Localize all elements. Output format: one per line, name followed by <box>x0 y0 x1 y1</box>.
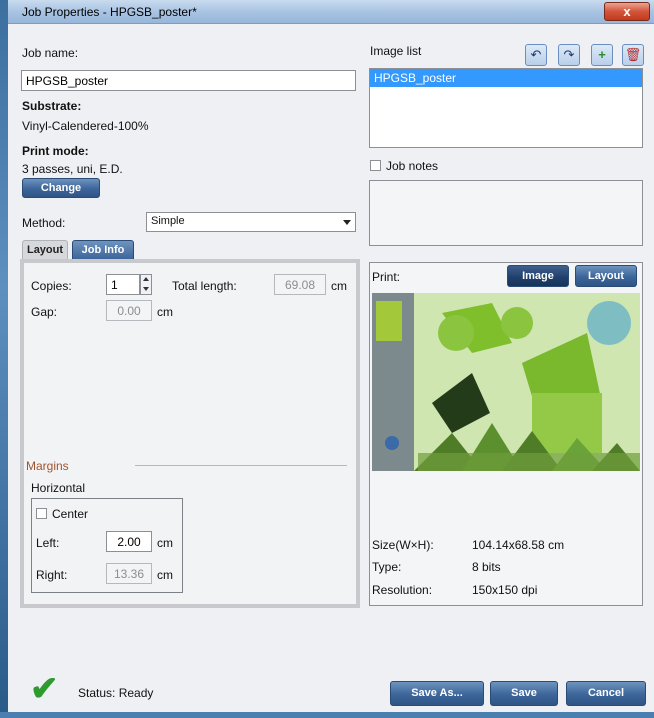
total-length-input <box>274 274 326 295</box>
add-image-icon[interactable]: + <box>591 44 613 66</box>
center-checkbox[interactable] <box>36 508 47 519</box>
gap-input <box>106 300 152 321</box>
copies-label: Copies: <box>31 279 72 293</box>
title-bar: Job Properties - HPGSB_poster* x <box>8 0 654 24</box>
margins-title: Margins <box>26 459 69 473</box>
close-button[interactable]: x <box>604 2 650 21</box>
job-name-input[interactable] <box>21 70 356 91</box>
image-list: HPGSB_poster <box>369 68 643 148</box>
right-margin-label: Right: <box>36 568 68 582</box>
tab-job-info[interactable]: Job Info <box>72 240 134 259</box>
job-name-label: Job name: <box>22 46 79 60</box>
right-margin-input <box>106 563 152 584</box>
save-as-button[interactable]: Save As... <box>390 681 484 706</box>
tab-layout[interactable]: Layout <box>22 240 68 259</box>
size-value: 104.14x68.58 cm <box>472 538 565 552</box>
gap-unit: cm <box>157 305 173 319</box>
resolution-value: 150x150 dpi <box>472 583 538 597</box>
horizontal-label: Horizontal <box>31 481 86 495</box>
change-print-mode-button[interactable]: Change <box>22 178 100 198</box>
status-text: Status: Ready <box>78 686 154 700</box>
layout-view-button[interactable]: Layout <box>575 265 637 287</box>
redo-icon[interactable]: ↷ <box>558 44 580 66</box>
total-length-label: Total length: <box>172 279 237 293</box>
undo-icon[interactable]: ↶ <box>525 44 547 66</box>
window-title: Job Properties - HPGSB_poster* <box>22 5 197 19</box>
job-notes-textarea[interactable] <box>369 180 643 246</box>
cancel-button[interactable]: Cancel <box>566 681 646 706</box>
desktop-background <box>0 0 8 718</box>
left-margin-label: Left: <box>36 536 60 550</box>
margins-divider <box>135 465 347 466</box>
copies-input[interactable] <box>106 274 140 295</box>
method-selected-value: Simple <box>151 215 185 227</box>
gap-label: Gap: <box>31 305 58 319</box>
job-notes-label: Job notes <box>386 159 439 173</box>
print-mode-label: Print mode: <box>22 144 89 158</box>
job-notes-checkbox[interactable] <box>370 160 381 171</box>
stepper-down-icon <box>143 287 149 291</box>
image-view-button[interactable]: Image <box>507 265 569 287</box>
chevron-down-icon <box>343 220 351 225</box>
checkmark-icon: ✔ <box>30 670 59 708</box>
stepper-up-icon <box>143 277 149 281</box>
type-value: 8 bits <box>472 560 501 574</box>
size-label: Size(W×H): <box>372 538 434 552</box>
delete-icon[interactable]: 🗑 <box>622 44 644 66</box>
right-margin-unit: cm <box>157 568 173 582</box>
substrate-value: Vinyl-Calendered-100% <box>22 119 149 133</box>
total-length-unit: cm <box>331 279 347 293</box>
method-select[interactable]: Simple <box>146 212 356 232</box>
print-mode-value: 3 passes, uni, E.D. <box>22 162 123 176</box>
image-list-item[interactable]: HPGSB_poster <box>370 69 642 87</box>
copies-stepper[interactable] <box>140 274 152 295</box>
image-list-label: Image list <box>370 44 422 58</box>
type-label: Type: <box>372 560 402 574</box>
substrate-label: Substrate: <box>22 99 82 113</box>
print-label: Print: <box>372 270 401 284</box>
center-label: Center <box>52 507 89 521</box>
left-margin-unit: cm <box>157 536 173 550</box>
desktop-taskbar-edge <box>0 712 654 718</box>
left-margin-input[interactable] <box>106 531 152 552</box>
save-button[interactable]: Save <box>490 681 558 706</box>
method-label: Method: <box>22 216 66 230</box>
resolution-label: Resolution: <box>372 583 433 597</box>
poster-thumbnail <box>372 293 640 471</box>
